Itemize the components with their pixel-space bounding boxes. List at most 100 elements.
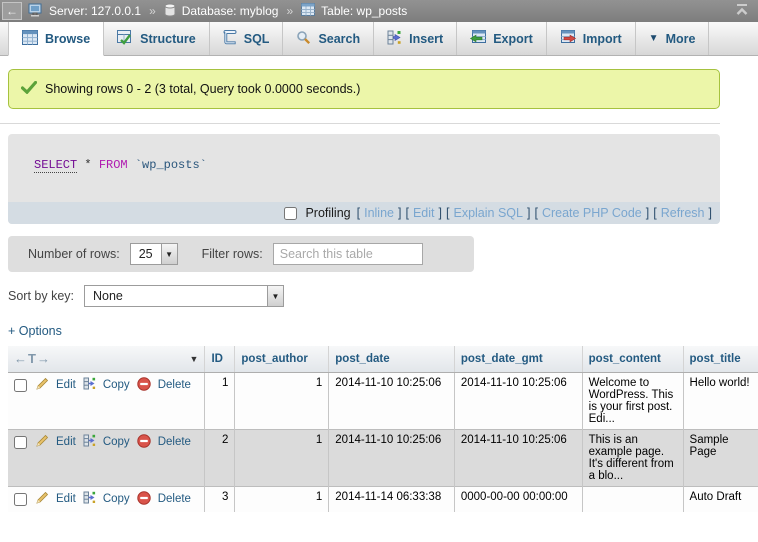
edit-row-link[interactable]: Edit: [56, 436, 76, 448]
column-header-post-content[interactable]: post_content: [582, 346, 683, 372]
delete-icon: [137, 491, 151, 508]
row-actions-cell: Edit Copy Delete: [8, 486, 205, 512]
edit-row-link[interactable]: Edit: [56, 379, 76, 391]
profiling-checkbox[interactable]: [284, 207, 297, 220]
sort-by-key-label: Sort by key:: [8, 289, 74, 303]
refresh-link[interactable]: Refresh: [661, 206, 705, 220]
sql-icon: [223, 29, 237, 48]
column-header-post-date-gmt[interactable]: post_date_gmt: [454, 346, 582, 372]
delete-row-link[interactable]: Delete: [158, 493, 191, 505]
bracket: [: [534, 206, 537, 220]
tab-browse-label: Browse: [45, 32, 90, 46]
query-toolbar: Profiling [ Inline ] [ Edit ] [ Explain …: [8, 202, 720, 224]
col-left-arrow-icon[interactable]: ←: [14, 351, 28, 366]
breadcrumb-server[interactable]: Server: 127.0.0.1: [49, 4, 141, 18]
table-row: Edit Copy Delete 3 1 2014-11-14 06:33:38…: [8, 486, 758, 512]
bracket: [: [405, 206, 408, 220]
rows-per-page-select[interactable]: 25 ▼: [130, 243, 178, 265]
tab-structure-label: Structure: [140, 32, 196, 46]
tab-structure[interactable]: Structure: [104, 22, 210, 55]
inline-link[interactable]: Inline: [364, 206, 394, 220]
breadcrumb-database[interactable]: Database: myblog: [182, 4, 279, 18]
pencil-icon: [36, 491, 49, 507]
sort-by-key-value: None: [85, 286, 131, 306]
export-icon: [470, 30, 486, 48]
sql-keyword-from: FROM: [99, 158, 128, 172]
results-header-row: ←T→ ▼ ID post_author post_date post_date…: [8, 346, 758, 372]
tab-more[interactable]: ▼ More: [636, 22, 710, 55]
delete-icon: [137, 377, 151, 394]
copy-row-link[interactable]: Copy: [103, 379, 130, 391]
col-tack-icon[interactable]: T: [28, 351, 37, 366]
delete-row-link[interactable]: Delete: [158, 379, 191, 391]
options-toggle-link[interactable]: + Options: [8, 324, 62, 338]
copy-row-link[interactable]: Copy: [103, 436, 130, 448]
table-tab-bar: Browse Structure SQL Search Insert Expor…: [0, 22, 758, 56]
explain-sql-link[interactable]: Explain SQL: [453, 206, 522, 220]
cell-post-date: 2014-11-10 10:25:06: [329, 429, 455, 486]
tab-export-label: Export: [493, 32, 533, 46]
copy-row-link[interactable]: Copy: [103, 493, 130, 505]
insert-icon: [387, 30, 402, 48]
column-header-id[interactable]: ID: [205, 346, 235, 372]
cell-post-date: 2014-11-10 10:25:06: [329, 372, 455, 429]
edit-query-link[interactable]: Edit: [413, 206, 435, 220]
header-options-caret-icon[interactable]: ▼: [190, 354, 199, 364]
table-row: Edit Copy Delete 1 1 2014-11-10 10:25:06…: [8, 372, 758, 429]
row-checkbox[interactable]: [14, 436, 27, 449]
filter-rows-input[interactable]: [273, 243, 423, 265]
tab-sql[interactable]: SQL: [210, 22, 284, 55]
cell-post-author: 1: [235, 372, 329, 429]
row-checkbox[interactable]: [14, 379, 27, 392]
sort-by-key-select[interactable]: None ▼: [84, 285, 284, 307]
copy-icon: [83, 377, 96, 393]
tab-insert[interactable]: Insert: [374, 22, 457, 55]
success-check-icon: [21, 81, 37, 97]
bracket: [: [357, 206, 360, 220]
bracket: ]: [709, 206, 712, 220]
rows-per-page-value: 25: [131, 244, 161, 264]
import-icon: [560, 30, 576, 48]
col-right-arrow-icon[interactable]: →: [37, 351, 51, 366]
pencil-icon: [36, 434, 49, 450]
column-actions-header: ←T→ ▼: [8, 346, 205, 372]
tab-browse[interactable]: Browse: [8, 22, 104, 56]
cell-post-author: 1: [235, 486, 329, 512]
cell-post-author: 1: [235, 429, 329, 486]
select-arrow-icon: ▼: [267, 286, 283, 306]
structure-icon: [117, 30, 133, 48]
database-icon: [164, 3, 176, 20]
column-header-post-title[interactable]: post_title: [683, 346, 758, 372]
tab-import[interactable]: Import: [547, 22, 636, 55]
tab-more-label: More: [666, 32, 696, 46]
bracket: [: [446, 206, 449, 220]
sql-table-name: `wp_posts`: [135, 158, 207, 172]
breadcrumb-table[interactable]: Table: wp_posts: [321, 4, 407, 18]
table-row: Edit Copy Delete 2 1 2014-11-10 10:25:06…: [8, 429, 758, 486]
sql-keyword-select[interactable]: SELECT: [34, 158, 77, 173]
copy-icon: [83, 491, 96, 507]
edit-row-link[interactable]: Edit: [56, 493, 76, 505]
tab-export[interactable]: Export: [457, 22, 547, 55]
column-header-post-author[interactable]: post_author: [235, 346, 329, 372]
tab-import-label: Import: [583, 32, 622, 46]
cell-post-title: Auto Draft: [683, 486, 758, 512]
tab-search[interactable]: Search: [283, 22, 374, 55]
cell-post-content: This is an example page. It's different …: [582, 429, 683, 486]
breadcrumb-separator-2: »: [286, 4, 293, 18]
delete-row-link[interactable]: Delete: [158, 436, 191, 448]
bracket: [: [653, 206, 656, 220]
filter-rows-label: Filter rows:: [202, 247, 263, 261]
profiling-label: Profiling: [305, 206, 350, 220]
cell-post-content: [582, 486, 683, 512]
create-php-code-link[interactable]: Create PHP Code: [542, 206, 642, 220]
back-button[interactable]: ←: [2, 2, 22, 20]
collapse-top-icon[interactable]: [734, 3, 750, 19]
bracket: ]: [527, 206, 530, 220]
cell-post-date-gmt: 2014-11-10 10:25:06: [454, 372, 582, 429]
cell-id: 1: [205, 372, 235, 429]
cell-post-date-gmt: 0000-00-00 00:00:00: [454, 486, 582, 512]
row-checkbox[interactable]: [14, 493, 27, 506]
column-header-post-date[interactable]: post_date: [329, 346, 455, 372]
cell-id: 3: [205, 486, 235, 512]
